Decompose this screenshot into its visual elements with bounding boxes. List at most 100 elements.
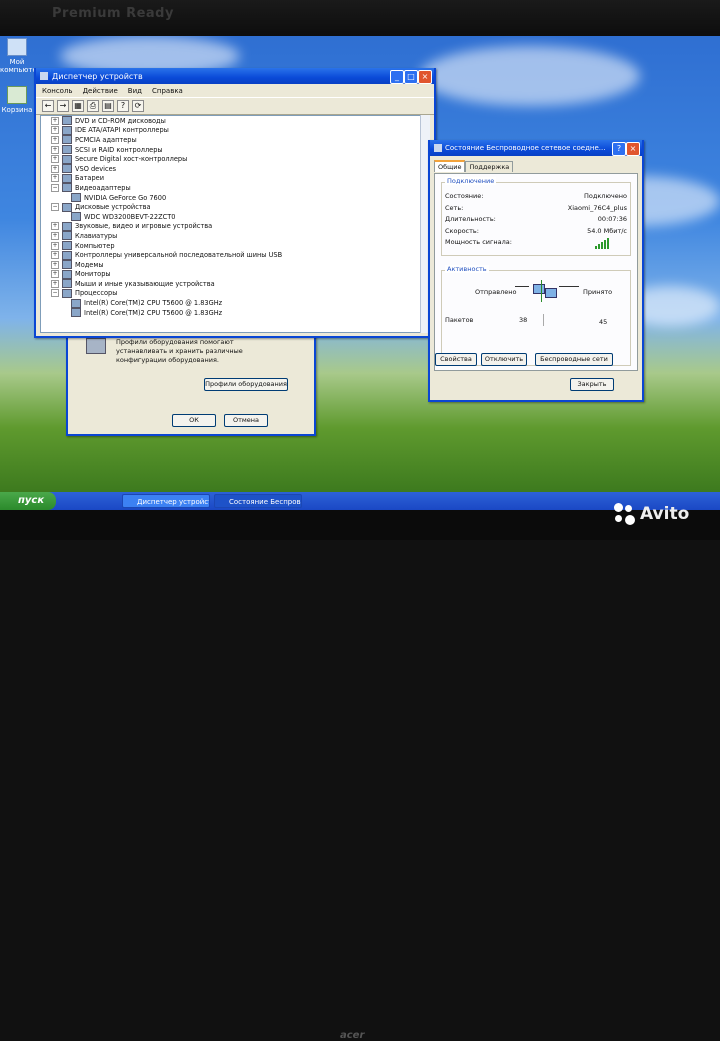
properties-icon[interactable]: ▤ (102, 100, 114, 112)
tree-item[interactable]: + VSO devices (41, 164, 429, 174)
hardware-profiles-button[interactable]: Профили оборудования (204, 378, 288, 391)
disconnect-button[interactable]: Отключить (481, 353, 527, 366)
expand-icon[interactable]: + (51, 174, 59, 183)
tree-item[interactable]: + Secure Digital хост-контроллеры (41, 154, 429, 164)
tree-item-label: Intel(R) Core(TM)2 CPU T5600 @ 1.83GHz (84, 308, 223, 317)
close-button[interactable]: × (418, 70, 432, 84)
tree-item[interactable]: + Мыши и иные указывающие устройства (41, 279, 429, 289)
tree-item-label: IDE ATA/ATAPI контроллеры (75, 126, 169, 135)
scan-hardware-icon[interactable]: ⟳ (132, 100, 144, 112)
device-manager-window[interactable]: Диспетчер устройств _ □ × Консоль Действ… (34, 68, 436, 338)
tab-panel: Подключение Состояние: Подключено Сеть: Xia… (434, 173, 638, 371)
tree-item[interactable]: + IDE ATA/ATAPI контроллеры (41, 125, 429, 136)
packets-label: Пакетов (445, 316, 474, 324)
expand-icon[interactable]: + (51, 279, 59, 288)
collapse-icon[interactable]: − (51, 203, 59, 212)
cancel-button[interactable]: Отмена (224, 414, 268, 427)
maximize-button[interactable]: □ (404, 70, 418, 84)
expand-icon[interactable]: + (51, 155, 59, 164)
wireless-status-window[interactable]: Состояние Беспроводное сетевое соедне...… (428, 140, 644, 402)
tree-item-label: Дисковые устройства (75, 203, 151, 212)
expand-icon[interactable]: + (51, 116, 59, 125)
help-icon[interactable]: ? (117, 100, 129, 112)
expand-icon[interactable]: + (51, 241, 59, 250)
tree-item-label: Мониторы (75, 270, 111, 279)
tree-item[interactable]: − Процессоры (41, 288, 429, 299)
hardware-icon (86, 338, 106, 354)
device-icon (62, 183, 72, 193)
tree-item-label: Secure Digital хост-контроллеры (75, 155, 188, 164)
menu-console[interactable]: Консоль (42, 87, 73, 95)
minimize-button[interactable]: _ (390, 70, 404, 84)
task-wireless-status[interactable]: Состояние Беспрово... (214, 494, 302, 508)
device-icon (62, 279, 72, 289)
tree-item[interactable]: NVIDIA GeForce Go 7600 (41, 193, 429, 203)
forward-icon[interactable]: → (57, 100, 69, 112)
tree-item[interactable]: WDC WD3200BEVT-22ZCT0 (41, 212, 429, 222)
expand-icon[interactable]: + (51, 260, 59, 269)
my-computer-icon[interactable]: Мой компьютер (0, 38, 41, 74)
device-icon (62, 173, 72, 183)
tree-item-label: Клавиатуры (75, 231, 118, 240)
tree-item[interactable]: + Мониторы (41, 269, 429, 280)
menu-view[interactable]: Вид (128, 87, 142, 95)
device-icon (62, 164, 72, 174)
device-manager-titlebar[interactable]: Диспетчер устройств _ □ × (36, 68, 434, 84)
tree-item[interactable]: + Компьютер (41, 241, 429, 251)
desktop[interactable]: Мой компьютер Корзина Профили оборудован… (0, 36, 720, 492)
help-button[interactable]: ? (612, 142, 626, 156)
tab-support[interactable]: Поддержка (465, 161, 514, 172)
close-button-bottom[interactable]: Закрыть (570, 378, 614, 391)
tree-item[interactable]: + DVD и CD-ROM дисководы (41, 116, 429, 126)
sent-label: Отправлено (475, 288, 517, 296)
tree-item-label: Компьютер (75, 241, 115, 250)
tree-item[interactable]: + SCSI и RAID контроллеры (41, 145, 429, 155)
start-label: пуск (18, 495, 45, 506)
ok-button[interactable]: ОК (172, 414, 216, 427)
properties-button[interactable]: Свойства (435, 353, 477, 366)
tree-item[interactable]: + PCMCIA адаптеры (41, 135, 429, 145)
expand-icon[interactable]: + (51, 135, 59, 144)
close-x-button[interactable]: × (626, 142, 640, 156)
tree-item[interactable]: − Видеоадаптеры (41, 183, 429, 193)
field-value: Подключено (584, 192, 627, 200)
expand-icon[interactable]: + (51, 145, 59, 154)
start-button[interactable]: пуск (0, 492, 56, 510)
tree-item-label: NVIDIA GeForce Go 7600 (84, 193, 167, 202)
tree-item[interactable]: + Батареи (41, 173, 429, 184)
console-tree-icon[interactable]: ▦ (72, 100, 84, 112)
tree-item[interactable]: − Дисковые устройства (41, 202, 429, 212)
menu-action[interactable]: Действие (83, 87, 118, 95)
avito-text: Avito (640, 504, 690, 524)
back-icon[interactable]: ← (42, 100, 54, 112)
wireless-networks-button[interactable]: Беспроводные сети (535, 353, 613, 366)
tree-item-label: WDC WD3200BEVT-22ZCT0 (84, 212, 176, 221)
expand-icon[interactable]: + (51, 251, 59, 260)
collapse-icon[interactable]: − (51, 183, 59, 192)
tree-item[interactable]: Intel(R) Core(TM)2 CPU T5600 @ 1.83GHz (41, 298, 429, 308)
tree-item-label: Мыши и иные указывающие устройства (75, 279, 215, 288)
avito-watermark: Avito (614, 503, 689, 525)
wireless-titlebar[interactable]: Состояние Беспроводное сетевое соедне...… (430, 140, 642, 156)
tree-item[interactable]: + Клавиатуры (41, 231, 429, 241)
expand-icon[interactable]: + (51, 222, 59, 231)
print-icon[interactable]: ⎙ (87, 100, 99, 112)
recycle-bin-icon[interactable]: Корзина (0, 86, 34, 114)
device-tree[interactable]: + DVD и CD-ROM дисководы + IDE ATA/ATAPI ко… (40, 115, 430, 333)
packets-divider (543, 314, 544, 326)
expand-icon[interactable]: + (51, 270, 59, 279)
collapse-icon[interactable]: − (51, 289, 59, 298)
tree-item[interactable]: Intel(R) Core(TM)2 CPU T5600 @ 1.83GHz (41, 308, 429, 318)
field-value: 00:07:36 (597, 215, 627, 223)
expand-icon[interactable]: + (51, 126, 59, 135)
expand-icon[interactable]: + (51, 231, 59, 240)
system-properties-window[interactable]: Профили оборудования помогают устанавлив… (66, 326, 316, 436)
profiles-description: Профили оборудования помогают устанавлив… (116, 338, 243, 364)
task-device-manager[interactable]: Диспетчер устройств (122, 494, 210, 508)
tree-item[interactable]: + Модемы (41, 260, 429, 270)
tab-general[interactable]: Общие (434, 160, 466, 172)
menu-help[interactable]: Справка (152, 87, 183, 95)
tree-item[interactable]: + Звуковые, видео и игровые устройства (41, 221, 429, 232)
expand-icon[interactable]: + (51, 164, 59, 173)
tree-item[interactable]: + Контроллеры универсальной последователь… (41, 250, 429, 260)
